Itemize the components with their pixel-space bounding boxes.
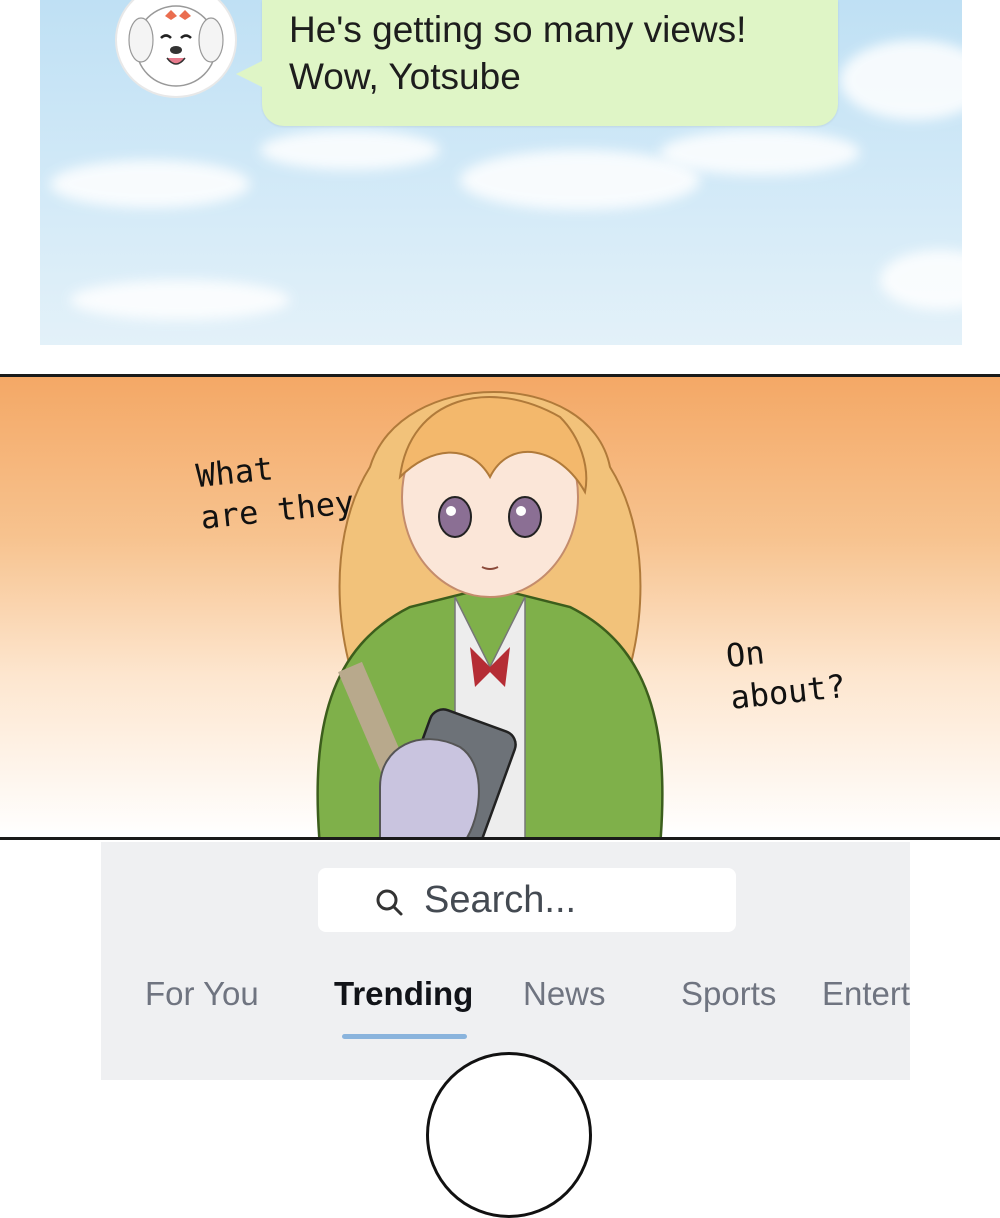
cloud: [70, 280, 290, 320]
cloud: [50, 160, 250, 208]
profile-circle: [426, 1052, 592, 1218]
tab-entertainment[interactable]: Entert: [822, 970, 910, 1018]
comic-panel: What are they On about?: [0, 374, 1000, 840]
chat-bubble-tail: [236, 60, 264, 88]
search-input[interactable]: Search...: [318, 868, 736, 932]
tab-news[interactable]: News: [523, 970, 606, 1018]
cloud: [840, 40, 962, 120]
speech-text-right: On about?: [724, 633, 848, 717]
dog-avatar-icon: [128, 5, 224, 87]
tab-for-you[interactable]: For You: [145, 970, 259, 1018]
cloud: [880, 250, 962, 310]
tab-sports[interactable]: Sports: [681, 970, 776, 1018]
search-placeholder: Search...: [424, 879, 577, 921]
cloud: [260, 130, 440, 170]
app-panel: Search... For You Trending News Sports E…: [101, 842, 910, 1218]
chat-message: He's getting so many views! Wow, Yotsube: [289, 9, 747, 97]
tab-bar: For You Trending News Sports Entert: [101, 970, 910, 1020]
speech-text-left: What are they: [194, 449, 356, 537]
search-icon: [376, 889, 403, 916]
active-tab-indicator: [342, 1034, 467, 1039]
cloud: [660, 130, 860, 175]
tab-trending[interactable]: Trending: [334, 970, 473, 1018]
